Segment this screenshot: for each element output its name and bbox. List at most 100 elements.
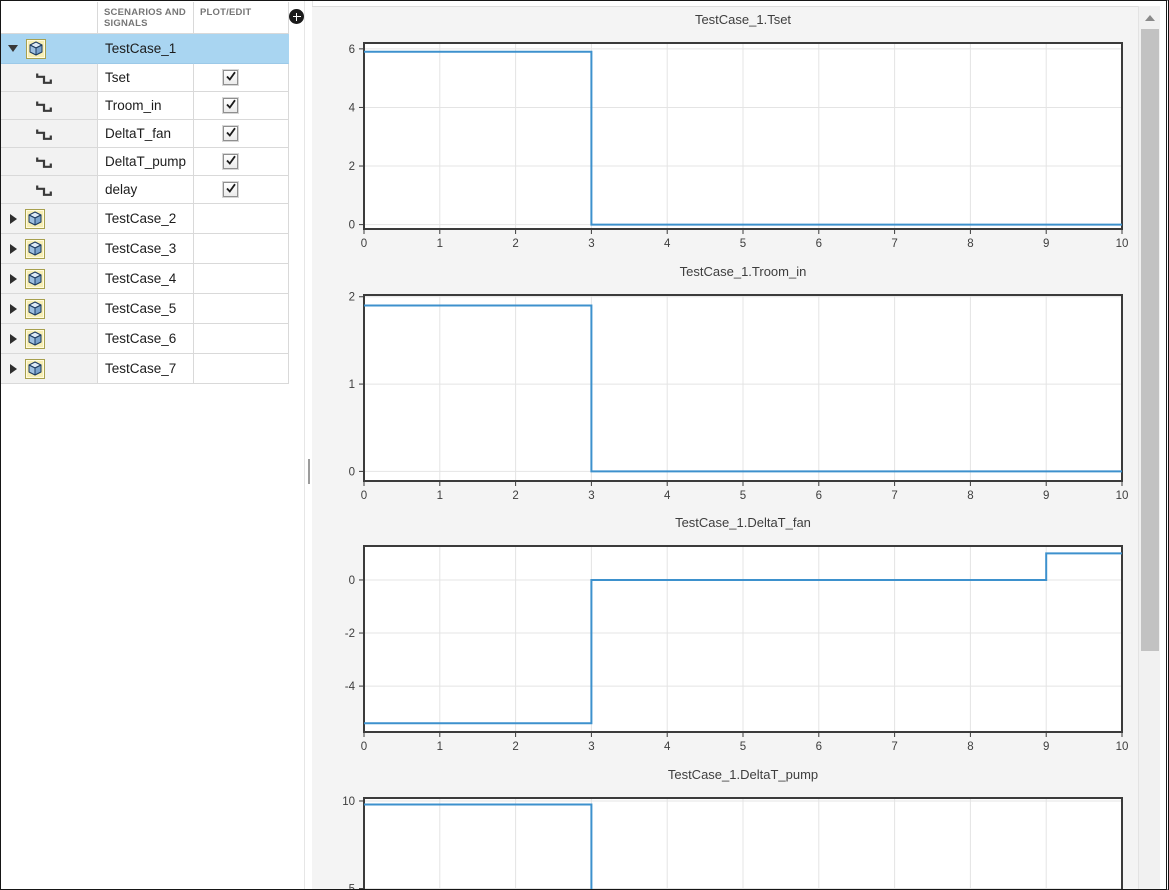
add-button[interactable]: [289, 9, 304, 24]
svg-text:0: 0: [349, 220, 355, 232]
svg-text:10: 10: [1116, 490, 1129, 502]
svg-text:7: 7: [891, 238, 897, 250]
svg-text:2: 2: [512, 741, 518, 753]
row-label[interactable]: TestCase_2: [98, 204, 194, 234]
svg-text:8: 8: [967, 238, 973, 250]
scrollbar-thumb[interactable]: [1141, 29, 1159, 651]
vertical-scrollbar[interactable]: [1138, 6, 1160, 890]
svg-text:2: 2: [349, 292, 355, 304]
row-plot-edit-cell: [194, 234, 289, 264]
triangle-right-icon[interactable]: [10, 214, 17, 224]
scenario-row[interactable]: TestCase_3: [1, 234, 289, 264]
checkmark-icon: [225, 181, 237, 199]
row-plot-edit-cell: [194, 64, 289, 92]
row-label[interactable]: TestCase_3: [98, 234, 194, 264]
svg-text:8: 8: [967, 741, 973, 753]
scenario-cube-icon: [25, 359, 45, 379]
scenario-row[interactable]: TestCase_4: [1, 264, 289, 294]
step-signal-icon: [34, 154, 54, 170]
scenario-row[interactable]: TestCase_5: [1, 294, 289, 324]
scenarios-table: SCENARIOS AND SIGNALS PLOT/EDIT TestCase…: [1, 2, 289, 384]
row-label[interactable]: TestCase_7: [98, 354, 194, 384]
scenario-row[interactable]: TestCase_6: [1, 324, 289, 354]
svg-text:0: 0: [349, 575, 355, 587]
svg-text:3: 3: [588, 238, 594, 250]
triangle-right-icon[interactable]: [10, 304, 17, 314]
header-icon-column: [1, 2, 98, 34]
svg-text:5: 5: [740, 238, 746, 250]
row-label[interactable]: TestCase_4: [98, 264, 194, 294]
chart-1[interactable]: 0123456789100246 TestCase_1.Tset: [312, 7, 1138, 267]
step-signal-icon: [34, 126, 54, 142]
plot-edit-checkbox[interactable]: [223, 70, 238, 85]
svg-text:10: 10: [1116, 238, 1129, 250]
row-plot-edit-cell: [194, 294, 289, 324]
triangle-up-icon[interactable]: [1145, 15, 1155, 21]
svg-text:0: 0: [361, 238, 367, 250]
signal-row[interactable]: delay: [1, 176, 289, 204]
checkmark-icon: [225, 125, 237, 143]
signal-row[interactable]: DeltaT_fan: [1, 120, 289, 148]
chart-title: TestCase_1.DeltaT_pump: [668, 767, 818, 782]
row-label[interactable]: DeltaT_fan: [98, 120, 194, 148]
scenario-cube-icon: [25, 299, 45, 319]
svg-text:4: 4: [349, 102, 356, 114]
svg-text:1: 1: [437, 490, 443, 502]
svg-text:1: 1: [437, 741, 443, 753]
svg-text:-2: -2: [345, 628, 355, 640]
row-icon-cell: [1, 92, 98, 120]
triangle-right-icon[interactable]: [10, 364, 17, 374]
scenario-row[interactable]: TestCase_2: [1, 204, 289, 234]
row-plot-edit-cell: [194, 324, 289, 354]
checkmark-icon: [225, 97, 237, 115]
row-label[interactable]: delay: [98, 176, 194, 204]
chart-3[interactable]: 012345678910-4-20 TestCase_1.DeltaT_fan: [312, 510, 1138, 770]
svg-text:9: 9: [1043, 238, 1049, 250]
scenario-cube-icon: [25, 239, 45, 259]
scenario-row[interactable]: TestCase_7: [1, 354, 289, 384]
checkmark-icon: [225, 153, 237, 171]
triangle-down-icon[interactable]: [8, 45, 18, 52]
svg-text:0: 0: [349, 466, 355, 478]
signal-row[interactable]: DeltaT_pump: [1, 148, 289, 176]
row-label[interactable]: TestCase_5: [98, 294, 194, 324]
signal-row[interactable]: Tset: [1, 64, 289, 92]
scenario-cube-icon: [25, 269, 45, 289]
svg-text:6: 6: [816, 741, 822, 753]
triangle-right-icon[interactable]: [10, 274, 17, 284]
svg-text:10: 10: [1116, 741, 1129, 753]
plot-edit-checkbox[interactable]: [223, 126, 238, 141]
row-label[interactable]: DeltaT_pump: [98, 148, 194, 176]
svg-text:6: 6: [816, 490, 822, 502]
plot-panel: 0123456789100246 TestCase_1.Tset 0123456…: [312, 6, 1139, 890]
triangle-right-icon[interactable]: [10, 334, 17, 344]
scenario-row[interactable]: TestCase_1: [1, 34, 289, 64]
plot-edit-checkbox[interactable]: [223, 182, 238, 197]
row-plot-edit-cell: [194, 120, 289, 148]
chart-2[interactable]: 012345678910012 TestCase_1.Troom_in: [312, 259, 1138, 519]
row-plot-edit-cell: [194, 176, 289, 204]
row-label[interactable]: Troom_in: [98, 92, 194, 120]
chart-4[interactable]: 0123456789100510 TestCase_1.DeltaT_pump: [312, 762, 1138, 890]
row-icon-cell: [1, 294, 98, 324]
row-icon-cell: [1, 234, 98, 264]
row-label[interactable]: Tset: [98, 64, 194, 92]
signal-editor-window: SCENARIOS AND SIGNALS PLOT/EDIT TestCase…: [0, 0, 1169, 890]
row-label[interactable]: TestCase_6: [98, 324, 194, 354]
triangle-right-icon[interactable]: [10, 244, 17, 254]
signal-row[interactable]: Troom_in: [1, 92, 289, 120]
row-icon-cell: [1, 204, 98, 234]
row-plot-edit-cell: [194, 264, 289, 294]
plot-edit-checkbox[interactable]: [223, 154, 238, 169]
svg-text:9: 9: [1043, 490, 1049, 502]
table-header: SCENARIOS AND SIGNALS PLOT/EDIT: [1, 2, 289, 34]
header-scenarios-and-signals: SCENARIOS AND SIGNALS: [98, 2, 194, 34]
plot-edit-checkbox[interactable]: [223, 98, 238, 113]
row-label[interactable]: TestCase_1: [98, 34, 194, 64]
svg-text:9: 9: [1043, 741, 1049, 753]
row-icon-cell: [1, 176, 98, 204]
svg-text:-4: -4: [345, 681, 356, 693]
splitter-grip-icon: [308, 459, 310, 484]
row-icon-cell: [1, 120, 98, 148]
checkmark-icon: [225, 69, 237, 87]
